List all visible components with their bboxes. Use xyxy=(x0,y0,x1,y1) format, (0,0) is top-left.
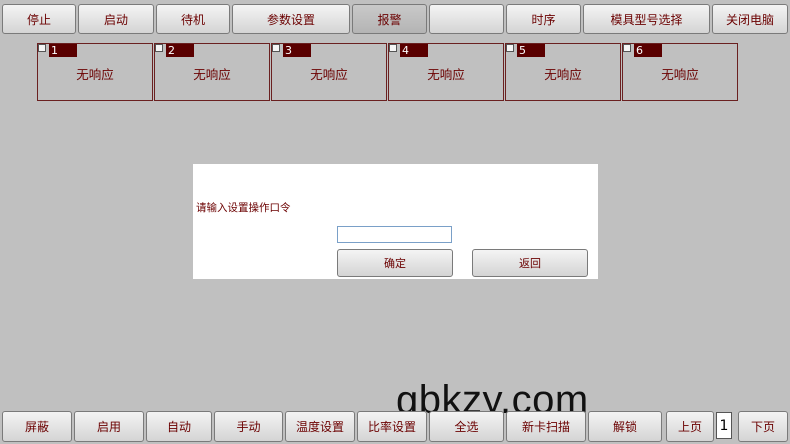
zone-card[interactable]: 1 无响应 xyxy=(37,43,153,101)
zone-checkbox[interactable] xyxy=(623,44,631,52)
top-toolbar: 停止 启动 待机 参数设置 报警 时序 模具型号选择 关闭电脑 xyxy=(0,0,790,36)
timing-button[interactable]: 时序 xyxy=(506,4,581,34)
zone-status: 无响应 xyxy=(76,67,114,82)
enable-button[interactable]: 启用 xyxy=(74,411,144,442)
bottom-toolbar: 屏蔽 启用 自动 手动 温度设置 比率设置 全选 新卡扫描 解锁 上页 下页 xyxy=(0,408,790,444)
page-number: 1 xyxy=(716,412,732,439)
new-card-scan-button[interactable]: 新卡扫描 xyxy=(506,411,586,442)
auto-button[interactable]: 自动 xyxy=(146,411,212,442)
zone-card[interactable]: 3 无响应 xyxy=(271,43,387,101)
temp-settings-button[interactable]: 温度设置 xyxy=(285,411,355,442)
zone-number: 2 xyxy=(166,44,194,57)
start-button[interactable]: 启动 xyxy=(78,4,154,34)
zone-card[interactable]: 6 无响应 xyxy=(622,43,738,101)
zone-number: 6 xyxy=(634,44,662,57)
param-settings-button[interactable]: 参数设置 xyxy=(232,4,350,34)
password-prompt: 请输入设置操作口令 xyxy=(196,202,291,214)
select-all-button[interactable]: 全选 xyxy=(429,411,504,442)
zone-status: 无响应 xyxy=(310,67,348,82)
zone-status: 无响应 xyxy=(661,67,699,82)
standby-button[interactable]: 待机 xyxy=(156,4,230,34)
zone-checkbox[interactable] xyxy=(389,44,397,52)
password-dialog: 请输入设置操作口令 确定 返回 xyxy=(193,164,598,279)
manual-button[interactable]: 手动 xyxy=(214,411,283,442)
zone-number: 5 xyxy=(517,44,545,57)
next-page-button[interactable]: 下页 xyxy=(738,411,788,442)
prev-page-button[interactable]: 上页 xyxy=(666,411,714,442)
zone-number: 4 xyxy=(400,44,428,57)
shield-button[interactable]: 屏蔽 xyxy=(2,411,72,442)
zone-checkbox[interactable] xyxy=(272,44,280,52)
unlock-button[interactable]: 解锁 xyxy=(588,411,662,442)
zone-status: 无响应 xyxy=(193,67,231,82)
zone-checkbox[interactable] xyxy=(38,44,46,52)
zone-number: 3 xyxy=(283,44,311,57)
stop-button[interactable]: 停止 xyxy=(2,4,76,34)
zone-status: 无响应 xyxy=(427,67,465,82)
password-input[interactable] xyxy=(337,226,452,243)
zone-checkbox[interactable] xyxy=(506,44,514,52)
zone-number: 1 xyxy=(49,44,77,57)
alarm-button[interactable]: 报警 xyxy=(352,4,427,34)
zone-card[interactable]: 4 无响应 xyxy=(388,43,504,101)
zone-status: 无响应 xyxy=(544,67,582,82)
mold-model-select-button[interactable]: 模具型号选择 xyxy=(583,4,710,34)
back-button[interactable]: 返回 xyxy=(472,249,588,277)
ratio-settings-button[interactable]: 比率设置 xyxy=(357,411,427,442)
blank-button[interactable] xyxy=(429,4,504,34)
zone-card[interactable]: 5 无响应 xyxy=(505,43,621,101)
shutdown-button[interactable]: 关闭电脑 xyxy=(712,4,788,34)
zone-card[interactable]: 2 无响应 xyxy=(154,43,270,101)
zone-checkbox[interactable] xyxy=(155,44,163,52)
confirm-button[interactable]: 确定 xyxy=(337,249,453,277)
